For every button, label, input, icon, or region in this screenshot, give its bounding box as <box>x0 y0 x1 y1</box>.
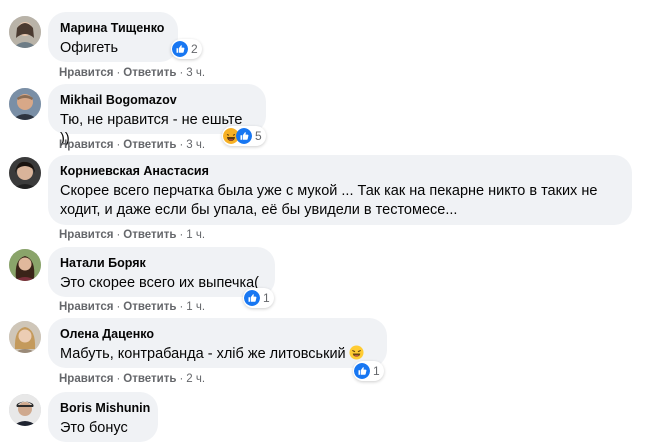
avatar[interactable] <box>9 16 41 48</box>
reaction-count: 1 <box>373 364 380 378</box>
like-button[interactable]: Нравится <box>59 139 113 151</box>
avatar[interactable] <box>9 249 41 281</box>
comment-actions: Нравится · Ответить · 1 ч. <box>59 301 206 313</box>
avatar[interactable] <box>9 157 41 189</box>
reply-button[interactable]: Ответить <box>123 67 176 79</box>
reply-button[interactable]: Ответить <box>123 301 176 313</box>
comment-text: Это скорее всего их выпечка( <box>60 275 259 291</box>
comment-bubble: Boris Mishunin Это бонус <box>48 392 158 442</box>
comment-actions: Нравится · Ответить · 1 ч. <box>59 229 206 241</box>
comment-actions: Нравится · Ответить · 3 ч. <box>59 139 206 151</box>
comment-timestamp[interactable]: 1 ч. <box>186 301 205 313</box>
like-button[interactable]: Нравится <box>59 229 113 241</box>
comment-bubble: Олена Даценко Мабуть, контрабанда - хліб… <box>48 318 387 368</box>
laughing-emoji-icon <box>349 345 364 360</box>
comment-bubble: Натали Боряк Это скорее всего их выпечка… <box>48 247 275 297</box>
like-button[interactable]: Нравится <box>59 67 113 79</box>
comment-actions: Нравится · Ответить · 3 ч. <box>59 67 206 79</box>
comment-author[interactable]: Марина Тищенко <box>60 20 166 36</box>
like-button[interactable]: Нравится <box>59 373 113 385</box>
reaction-count: 1 <box>263 291 270 305</box>
comment-author[interactable]: Boris Mishunin <box>60 400 150 416</box>
comment-timestamp[interactable]: 3 ч. <box>186 139 205 151</box>
avatar[interactable] <box>9 88 41 120</box>
comment-text: Скорее всего перчатка была уже с мукой .… <box>60 183 598 218</box>
avatar[interactable] <box>9 394 41 426</box>
comment-text: Это бонус <box>60 420 128 436</box>
comment-timestamp[interactable]: 3 ч. <box>186 67 205 79</box>
reply-button[interactable]: Ответить <box>123 139 176 151</box>
comment-author[interactable]: Корниевская Анастасия <box>60 163 620 179</box>
comment-author[interactable]: Олена Даценко <box>60 326 375 342</box>
comment-actions: Нравится · Ответить · 2 ч. <box>59 373 206 385</box>
reply-button[interactable]: Ответить <box>123 373 176 385</box>
reaction-summary[interactable]: 5 <box>222 126 266 146</box>
like-icon <box>244 290 260 306</box>
avatar[interactable] <box>9 321 41 353</box>
like-icon <box>354 363 370 379</box>
reaction-count: 2 <box>191 42 198 56</box>
like-icon <box>172 41 188 57</box>
reaction-summary[interactable]: 1 <box>243 288 274 308</box>
like-icon <box>236 128 252 144</box>
reaction-summary[interactable]: 2 <box>171 39 202 59</box>
reaction-count: 5 <box>255 129 262 143</box>
comment-bubble: Марина Тищенко Офигеть <box>48 12 178 62</box>
reply-button[interactable]: Ответить <box>123 229 176 241</box>
reaction-summary[interactable]: 1 <box>353 361 384 381</box>
comment-timestamp[interactable]: 2 ч. <box>186 373 205 385</box>
comment-bubble: Корниевская Анастасия Скорее всего перча… <box>48 155 632 225</box>
comment-author[interactable]: Mikhail Bogomazov <box>60 92 254 108</box>
comment-text: Мабуть, контрабанда - хліб же литовський <box>60 345 375 364</box>
comment-timestamp[interactable]: 1 ч. <box>186 229 205 241</box>
comment-author[interactable]: Натали Боряк <box>60 255 263 271</box>
like-button[interactable]: Нравится <box>59 301 113 313</box>
comment-text: Офигеть <box>60 40 119 56</box>
